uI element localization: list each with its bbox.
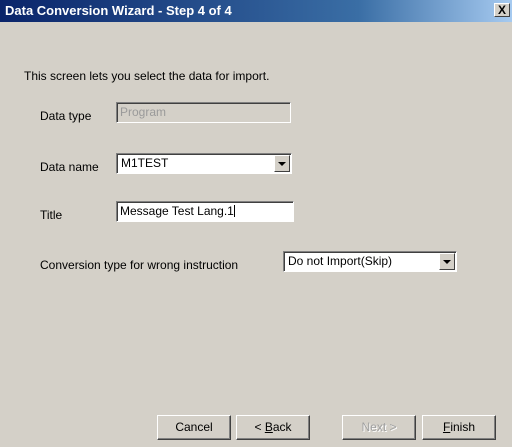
text-caret: [233, 205, 235, 217]
data-name-value: M1TEST: [121, 156, 169, 170]
back-prefix: <: [254, 420, 265, 434]
back-button[interactable]: < Back: [236, 415, 310, 440]
chevron-down-icon[interactable]: [274, 155, 290, 172]
title-label: Title: [40, 208, 63, 222]
data-name-select[interactable]: M1TEST: [116, 153, 292, 174]
conversion-type-select[interactable]: Do not Import(Skip): [283, 251, 457, 272]
title-bar: Data Conversion Wizard - Step 4 of 4 X: [0, 0, 512, 22]
title-input-text: Message Test Lang.1: [120, 204, 234, 218]
data-name-label: Data name: [40, 160, 99, 174]
conversion-type-label: Conversion type for wrong instruction: [40, 258, 239, 272]
finish-button[interactable]: Finish: [422, 415, 496, 440]
chevron-down-icon[interactable]: [439, 253, 455, 270]
data-type-label: Data type: [40, 109, 92, 123]
conversion-type-value: Do not Import(Skip): [288, 254, 393, 268]
window-title: Data Conversion Wizard - Step 4 of 4: [5, 3, 232, 18]
back-label-rest: ack: [272, 420, 292, 434]
cancel-button[interactable]: Cancel: [157, 415, 231, 440]
finish-label-rest: inish: [450, 420, 476, 434]
close-icon: X: [497, 3, 506, 17]
data-type-field: Program: [116, 102, 291, 123]
close-button[interactable]: X: [494, 3, 510, 17]
back-mnemonic: B: [264, 420, 273, 434]
next-button: Next >: [342, 415, 416, 440]
intro-text: This screen lets you select the data for…: [24, 69, 270, 83]
title-input[interactable]: Message Test Lang.1: [116, 201, 294, 222]
